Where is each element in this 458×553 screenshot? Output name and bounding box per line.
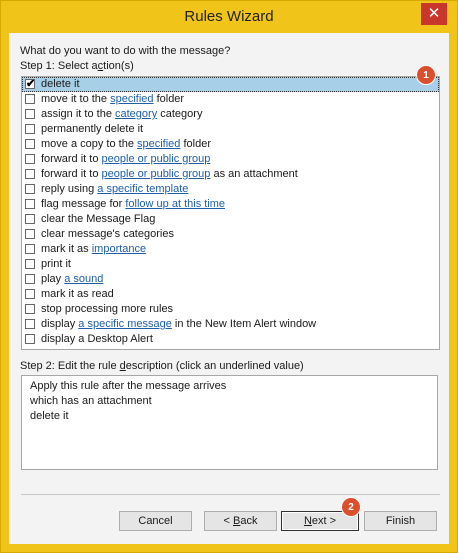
action-item[interactable]: ✔ delete it [22,77,439,92]
cancel-button[interactable]: Cancel [119,511,192,531]
action-value-link[interactable]: importance [92,243,146,255]
action-item[interactable]: play a sound [22,272,439,287]
action-checkbox[interactable] [25,289,35,299]
step2-label: Step 2: Edit the rule description (click… [20,360,304,372]
close-button[interactable]: ✕ [421,3,447,25]
callout-badge-1: 1 [416,65,436,85]
action-text: folder [153,93,185,105]
action-text: play [41,273,65,285]
action-value-link[interactable]: a specific template [97,183,188,195]
action-item[interactable]: move a copy to the specified folder [22,137,439,152]
action-value-link[interactable]: specified [110,93,153,105]
action-checkbox[interactable] [25,139,35,149]
action-text: folder [180,138,211,150]
callout-badge-2: 2 [341,497,361,517]
actions-list[interactable]: ✔ delete it move it to the specified folde… [21,76,440,350]
action-text: forward it to [41,168,102,180]
action-value-link[interactable]: category [115,108,157,120]
action-text: move a copy to the [41,138,137,150]
action-item[interactable]: display a specific message in the New It… [22,317,439,332]
description-line: Apply this rule after the message arrive… [30,380,227,392]
step1-label: Step 1: Select action(s) [20,60,134,72]
action-item[interactable]: reply using a specific template [22,182,439,197]
action-item[interactable]: move it to the specified folder [22,92,439,107]
action-item[interactable]: clear message's categories [22,227,439,242]
window-title: Rules Wizard [184,8,274,25]
action-value-link[interactable]: people or public group [102,168,211,180]
action-item[interactable]: flag message for follow up at this time [22,197,439,212]
action-value-link[interactable]: specified [137,138,180,150]
action-item[interactable]: mark it as read [22,287,439,302]
action-text: delete it [41,78,80,90]
prompt-label: What do you want to do with the message? [20,45,231,57]
action-text: clear message's categories [41,228,174,240]
action-checkbox[interactable] [25,229,35,239]
action-value-link[interactable]: people or public group [102,153,211,165]
action-checkbox[interactable] [25,154,35,164]
action-text: assign it to the [41,108,115,120]
action-text: permanently delete it [41,123,144,135]
title-bar: Rules Wizard ✕ [1,1,457,33]
action-item[interactable]: display a Desktop Alert [22,332,439,347]
rules-wizard-window: Rules Wizard ✕ What do you want to do wi… [0,0,458,553]
action-value-link[interactable]: follow up at this time [125,198,225,210]
back-button[interactable]: < Back [204,511,277,531]
finish-button[interactable]: Finish [364,511,437,531]
action-checkbox[interactable] [25,244,35,254]
action-checkbox[interactable] [25,334,35,344]
action-item[interactable]: clear the Message Flag [22,212,439,227]
action-text: mark it as read [41,288,114,300]
action-value-link[interactable]: a specific message [78,318,172,330]
action-checkbox[interactable] [25,304,35,314]
action-text: move it to the [41,93,111,105]
action-item[interactable]: forward it to people or public group [22,152,439,167]
action-text: stop processing more rules [41,303,174,315]
action-text: flag message for [41,198,126,210]
checkmark-icon: ✔ [26,78,36,90]
close-icon: ✕ [427,5,441,22]
dialog-body: What do you want to do with the message?… [9,33,449,544]
action-checkbox[interactable] [25,109,35,119]
action-item[interactable]: mark it as importance [22,242,439,257]
action-value-link[interactable]: a sound [64,273,103,285]
action-text: category [157,108,203,120]
action-text: as an attachment [210,168,298,180]
action-checkbox[interactable] [25,124,35,134]
action-checkbox[interactable] [25,274,35,284]
separator [21,494,440,495]
action-text: mark it as [41,243,92,255]
action-checkbox[interactable] [25,259,35,269]
rule-description-box[interactable]: Apply this rule after the message arrive… [21,375,438,470]
action-item[interactable]: stop processing more rules [22,302,439,317]
action-text: forward it to [41,153,102,165]
action-checkbox[interactable] [25,319,35,329]
action-checkbox[interactable] [25,94,35,104]
action-text: reply using [41,183,98,195]
action-checkbox[interactable] [25,184,35,194]
action-text: print it [41,258,71,270]
action-text: display a Desktop Alert [41,333,153,345]
action-item[interactable]: forward it to people or public group as … [22,167,439,182]
action-checkbox[interactable] [25,169,35,179]
action-checkbox[interactable] [25,199,35,209]
description-line: which has an attachment [30,395,152,407]
action-item[interactable]: print it [22,257,439,272]
description-line: delete it [30,410,69,422]
action-checkbox[interactable]: ✔ [25,78,36,90]
action-text: display [41,318,79,330]
action-item[interactable]: permanently delete it [22,122,439,137]
action-item[interactable]: assign it to the category category [22,107,439,122]
action-text: clear the Message Flag [41,213,156,225]
action-checkbox[interactable] [25,214,35,224]
action-text: in the New Item Alert window [171,318,317,330]
